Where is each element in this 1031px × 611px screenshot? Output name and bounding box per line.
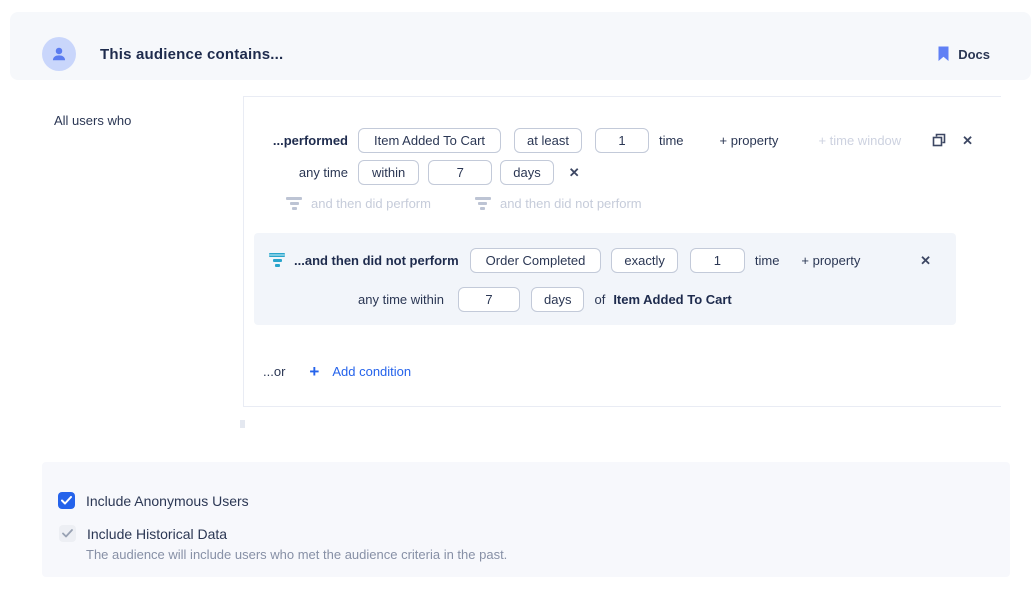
time-suffix-label: time: [659, 133, 684, 148]
subcondition-main-row: ...and then did not perform Order Comple…: [254, 247, 956, 273]
options-panel: Include Anonymous Users Include Historic…: [42, 462, 1010, 577]
event-select[interactable]: Item Added To Cart: [358, 128, 501, 153]
filter-icon: [286, 197, 302, 210]
funnel-icon: [269, 253, 285, 267]
historical-data-description: The audience will include users who met …: [86, 547, 507, 562]
all-users-label: All users who: [54, 113, 131, 128]
performed-row: ...performed Item Added To Cart at least…: [244, 127, 1001, 153]
subcondition-label: ...and then did not perform: [294, 253, 459, 268]
anonymous-users-checkbox[interactable]: [58, 492, 75, 509]
sub-window-unit-select[interactable]: days: [531, 287, 584, 312]
window-unit-select[interactable]: days: [500, 160, 553, 185]
sub-any-time-label: any time within: [254, 292, 444, 307]
add-condition-button[interactable]: Add condition: [332, 364, 411, 379]
historical-data-label: Include Historical Data: [87, 526, 227, 542]
bookmark-icon: [937, 46, 950, 62]
anonymous-users-label: Include Anonymous Users: [86, 493, 249, 509]
filter-icon: [475, 197, 491, 210]
check-icon: [62, 529, 73, 538]
time-window-row: any time within days ✕: [244, 159, 1001, 185]
window-value-input[interactable]: [428, 160, 492, 185]
sub-time-suffix-label: time: [755, 253, 780, 268]
page-title: This audience contains...: [100, 46, 283, 63]
operator-select[interactable]: at least: [514, 128, 582, 153]
then-did-not-perform-label: and then did not perform: [500, 196, 642, 211]
anonymous-users-row: Include Anonymous Users: [58, 492, 249, 509]
check-icon: [61, 496, 72, 505]
plus-icon: +: [309, 363, 319, 380]
subcondition-card: ...and then did not perform Order Comple…: [254, 233, 956, 325]
then-did-not-perform-button[interactable]: and then did not perform: [475, 196, 642, 211]
avatar: [42, 37, 76, 71]
sub-add-property-button[interactable]: + property: [801, 253, 860, 268]
sub-window-value-input[interactable]: [458, 287, 520, 312]
remove-time-window-button[interactable]: ✕: [569, 166, 580, 179]
within-select[interactable]: within: [358, 160, 419, 185]
docs-button[interactable]: Docs: [937, 28, 990, 80]
duplicate-button[interactable]: [932, 133, 946, 147]
historical-data-checkbox[interactable]: [59, 525, 76, 542]
performed-label: ...performed: [244, 133, 348, 148]
or-row: ...or + Add condition: [263, 361, 411, 381]
sub-remove-button[interactable]: ✕: [920, 254, 931, 267]
or-label: ...or: [263, 364, 285, 379]
then-did-perform-label: and then did perform: [311, 196, 431, 211]
count-input[interactable]: [595, 128, 649, 153]
then-did-perform-button[interactable]: and then did perform: [286, 196, 431, 211]
header: This audience contains... Docs: [10, 12, 1031, 80]
add-property-button[interactable]: + property: [720, 133, 779, 148]
duplicate-icon: [932, 133, 946, 147]
docs-label: Docs: [958, 47, 990, 62]
any-time-label: any time: [244, 165, 348, 180]
of-label: of: [594, 292, 605, 307]
person-icon: [50, 45, 68, 63]
subcondition-time-row: any time within days of Item Added To Ca…: [254, 286, 956, 312]
sub-event-select[interactable]: Order Completed: [470, 248, 602, 273]
sub-count-input[interactable]: [690, 248, 745, 273]
audience-builder-page: This audience contains... Docs All users…: [0, 0, 1031, 611]
remove-condition-button[interactable]: ✕: [962, 134, 973, 147]
condition-card: ...performed Item Added To Cart at least…: [243, 96, 1001, 407]
sub-operator-select[interactable]: exactly: [611, 248, 677, 273]
add-time-window-button[interactable]: + time window: [818, 133, 901, 148]
then-actions-row: and then did perform and then did not pe…: [286, 196, 642, 211]
connector-tick: [240, 420, 245, 428]
of-event-label: Item Added To Cart: [613, 292, 731, 307]
historical-data-row: Include Historical Data: [59, 525, 227, 542]
